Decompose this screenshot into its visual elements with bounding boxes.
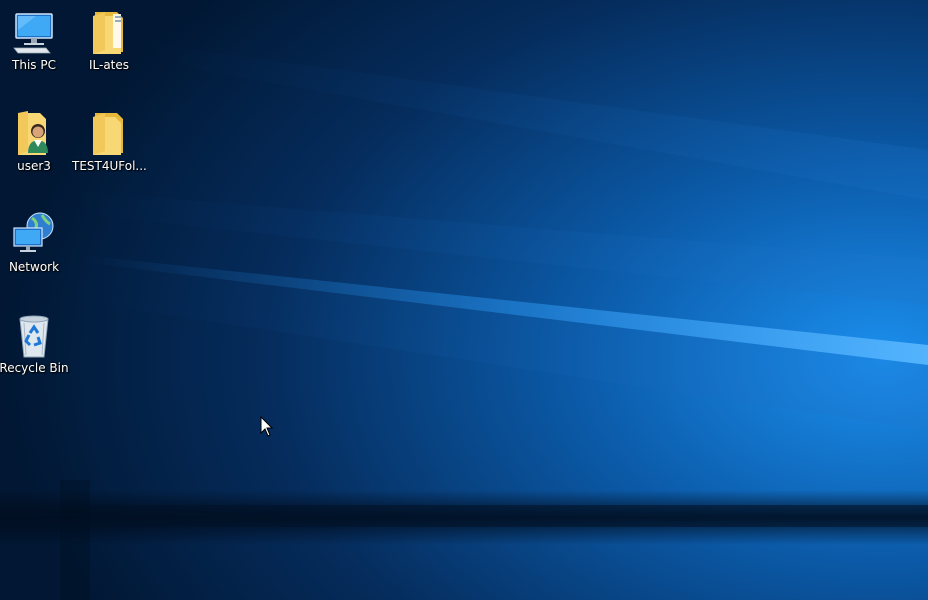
- recycle-bin-icon: [10, 311, 58, 359]
- folder-icon: [85, 109, 133, 157]
- desktop-icon-test4u-folder[interactable]: TEST4UFol...: [72, 105, 146, 197]
- network-icon: [10, 210, 58, 258]
- desktop-icon-this-pc[interactable]: This PC: [0, 4, 71, 96]
- computer-icon: [10, 8, 58, 56]
- desktop-icon-label: TEST4UFol...: [72, 159, 146, 173]
- desktop-icon-label: Network: [8, 260, 60, 274]
- desktop-icon-label: This PC: [12, 58, 56, 72]
- desktop-icon-il-ates[interactable]: IL-ates: [72, 4, 146, 96]
- desktop-icon-label: Recycle Bin: [0, 361, 69, 375]
- desktop-icon-label: IL-ates: [88, 58, 130, 72]
- desktop[interactable]: This PC IL-ates user3 TEST4UFol... Netwo…: [0, 0, 928, 600]
- mouse-cursor-icon: [260, 416, 274, 437]
- desktop-icon-label: user3: [17, 159, 51, 173]
- desktop-icon-network[interactable]: Network: [0, 206, 71, 298]
- desktop-icon-user3[interactable]: user3: [0, 105, 71, 197]
- folder-icon: [85, 8, 133, 56]
- user-folder-icon: [10, 109, 58, 157]
- desktop-icon-recycle-bin[interactable]: Recycle Bin: [0, 307, 71, 399]
